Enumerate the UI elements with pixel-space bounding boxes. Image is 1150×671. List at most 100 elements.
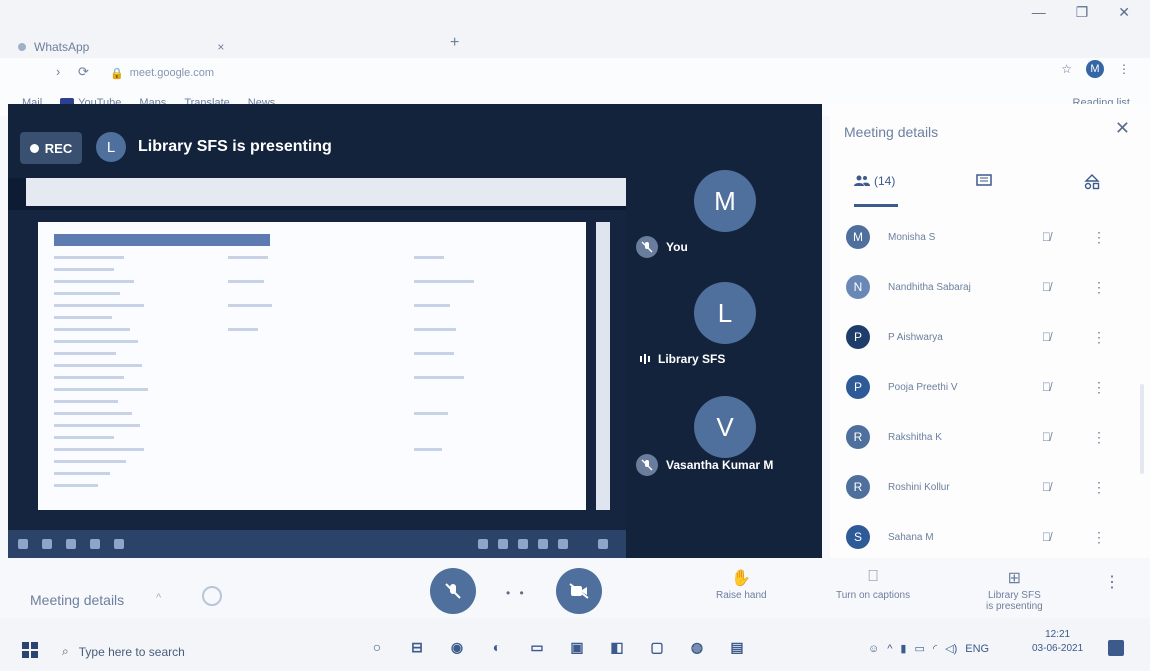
- clock-time: 12:21: [1045, 629, 1071, 640]
- present-button[interactable]: ⊞ Library SFS is presenting: [986, 568, 1043, 612]
- participant-row[interactable]: P Pooja Preethi V 🎙̸ ⋮: [846, 370, 1136, 404]
- people-count: (14): [874, 174, 896, 188]
- participant-row[interactable]: N Nandhitha Sabaraj 🎙̸ ⋮: [846, 270, 1136, 304]
- tile-name-you: You: [666, 240, 688, 254]
- close-icon[interactable]: ✕: [1115, 118, 1130, 139]
- tab-chat[interactable]: [976, 174, 992, 188]
- chrome-icon[interactable]: ◉: [446, 636, 468, 658]
- more-options-icon[interactable]: ⋮: [1092, 379, 1106, 396]
- taskbar-apps: ○ ⊟ ◉ ◐ ▭ ▣ ◧ ▢ ◍ ▤: [366, 636, 748, 658]
- info-icon[interactable]: [202, 586, 222, 606]
- battery-icon[interactable]: ▮: [900, 642, 906, 655]
- participant-name: Pooja Preethi V: [888, 381, 958, 393]
- participant-row[interactable]: R Rakshitha K 🎙̸ ⋮: [846, 420, 1136, 454]
- tile-vasantha[interactable]: Vasantha Kumar M: [636, 454, 773, 476]
- store-icon[interactable]: ▣: [566, 636, 588, 658]
- avatar: R: [846, 425, 870, 449]
- participant-row[interactable]: S Sahana M 🎙̸ ⋮: [846, 520, 1136, 554]
- file-explorer-icon[interactable]: ▭: [526, 636, 548, 658]
- more-options-icon[interactable]: ⋮: [1104, 572, 1120, 592]
- more-options-icon[interactable]: ⋮: [1092, 229, 1106, 246]
- record-dot-icon: [29, 143, 39, 153]
- presenter-avatar: L: [96, 132, 126, 162]
- more-options-icon[interactable]: ⋮: [1092, 329, 1106, 346]
- tile-avatar-you: M: [694, 170, 756, 232]
- avatar: P: [846, 325, 870, 349]
- shared-taskbar: [8, 530, 626, 558]
- browser-icon[interactable]: ◍: [686, 636, 708, 658]
- participant-row[interactable]: P P Aishwarya 🎙̸ ⋮: [846, 320, 1136, 354]
- shared-screen[interactable]: [8, 178, 626, 558]
- camera-off-icon: [569, 583, 589, 599]
- task-view-icon[interactable]: ⊟: [406, 636, 428, 658]
- word-icon[interactable]: ▤: [726, 636, 748, 658]
- reload-icon[interactable]: ⟳: [78, 64, 89, 80]
- people-tray-icon[interactable]: ☺: [868, 643, 879, 655]
- close-window-button[interactable]: ✕: [1118, 4, 1130, 21]
- cortana-icon[interactable]: ○: [366, 636, 388, 658]
- participant-name: P Aishwarya: [888, 331, 943, 343]
- wifi-icon[interactable]: ◜: [933, 642, 937, 655]
- office-icon[interactable]: ◧: [606, 636, 628, 658]
- windows-start-icon[interactable]: [22, 642, 38, 658]
- search-icon: ⌕: [62, 644, 69, 658]
- avatar: P: [846, 375, 870, 399]
- participant-row[interactable]: R Roshini Kollur 🎙̸ ⋮: [846, 470, 1136, 504]
- tile-avatar-vasantha: V: [694, 396, 756, 458]
- search-placeholder: Type here to search: [78, 644, 185, 659]
- chat-icon: [976, 174, 992, 186]
- avatar: N: [846, 275, 870, 299]
- notification-icon[interactable]: [1108, 640, 1124, 656]
- tile-library-sfs[interactable]: Library SFS: [640, 352, 725, 366]
- mic-off-icon: 🎙̸: [1042, 530, 1051, 544]
- taskbar-search[interactable]: ⌕ Type here to search: [62, 644, 185, 659]
- star-icon[interactable]: ☆: [1061, 62, 1072, 76]
- network-icon[interactable]: ▭: [914, 642, 924, 655]
- tab-people[interactable]: (14): [854, 174, 895, 188]
- chevron-up-icon[interactable]: ^: [156, 592, 161, 604]
- minimize-button[interactable]: —: [1032, 4, 1046, 21]
- media-icon[interactable]: ▢: [646, 636, 668, 658]
- participant-name: Monisha S: [888, 231, 936, 243]
- more-options-icon[interactable]: ⋮: [1092, 479, 1106, 496]
- forward-icon[interactable]: ›: [56, 64, 60, 79]
- lock-icon: 🔒: [110, 67, 124, 80]
- chevron-up-icon[interactable]: ^: [887, 643, 892, 655]
- more-options-icon[interactable]: ⋮: [1092, 279, 1106, 296]
- camera-toggle-button[interactable]: [556, 568, 602, 614]
- participant-name: Sahana M: [888, 531, 934, 543]
- browser-tab[interactable]: WhatsApp ×: [18, 36, 224, 58]
- panel-scrollbar[interactable]: [1140, 384, 1144, 474]
- volume-icon[interactable]: ◁): [945, 642, 957, 655]
- participant-row[interactable]: M Monisha S 🎙̸ ⋮: [846, 220, 1136, 254]
- edge-icon[interactable]: ◐: [486, 636, 508, 658]
- tile-you[interactable]: You: [636, 236, 688, 258]
- captions-button[interactable]: ⎕ Turn on captions: [836, 568, 910, 601]
- language-indicator[interactable]: ENG: [965, 643, 989, 655]
- new-tab-button[interactable]: +: [450, 34, 459, 52]
- mic-off-icon: 🎙̸: [1042, 280, 1051, 294]
- mic-toggle-button[interactable]: [430, 568, 476, 614]
- participant-name: Rakshitha K: [888, 431, 942, 443]
- activities-icon: [1084, 174, 1100, 190]
- more-options-icon[interactable]: ⋮: [1092, 529, 1106, 546]
- system-tray: ☺ ^ ▮ ▭ ◜ ◁) ENG: [868, 642, 989, 656]
- avatar: M: [846, 225, 870, 249]
- tab-close-icon[interactable]: ×: [217, 40, 224, 54]
- toolbar-actions: ☆ M ⋮: [1061, 60, 1130, 78]
- maximize-button[interactable]: ❐: [1076, 4, 1089, 21]
- document-scrollbar: [596, 222, 610, 510]
- taskbar-clock[interactable]: 12:21 03-06-2021: [1032, 628, 1083, 656]
- address-bar[interactable]: 🔒 meet.google.com: [110, 63, 930, 83]
- menu-dots-icon[interactable]: ⋮: [1118, 62, 1130, 76]
- recording-badge: REC: [20, 132, 82, 164]
- hand-icon: ✋: [731, 570, 752, 587]
- browser-tab-bar: WhatsApp × + — ❐ ✕: [0, 0, 1150, 58]
- meeting-details-button[interactable]: Meeting details: [30, 592, 124, 608]
- raise-hand-button[interactable]: ✋ Raise hand: [716, 568, 767, 601]
- mic-off-icon: 🎙̸: [1042, 380, 1051, 394]
- profile-avatar[interactable]: M: [1086, 60, 1104, 78]
- more-options-icon[interactable]: ⋮: [1092, 429, 1106, 446]
- tab-activities[interactable]: [1084, 174, 1100, 190]
- tile-name-library: Library SFS: [658, 352, 726, 366]
